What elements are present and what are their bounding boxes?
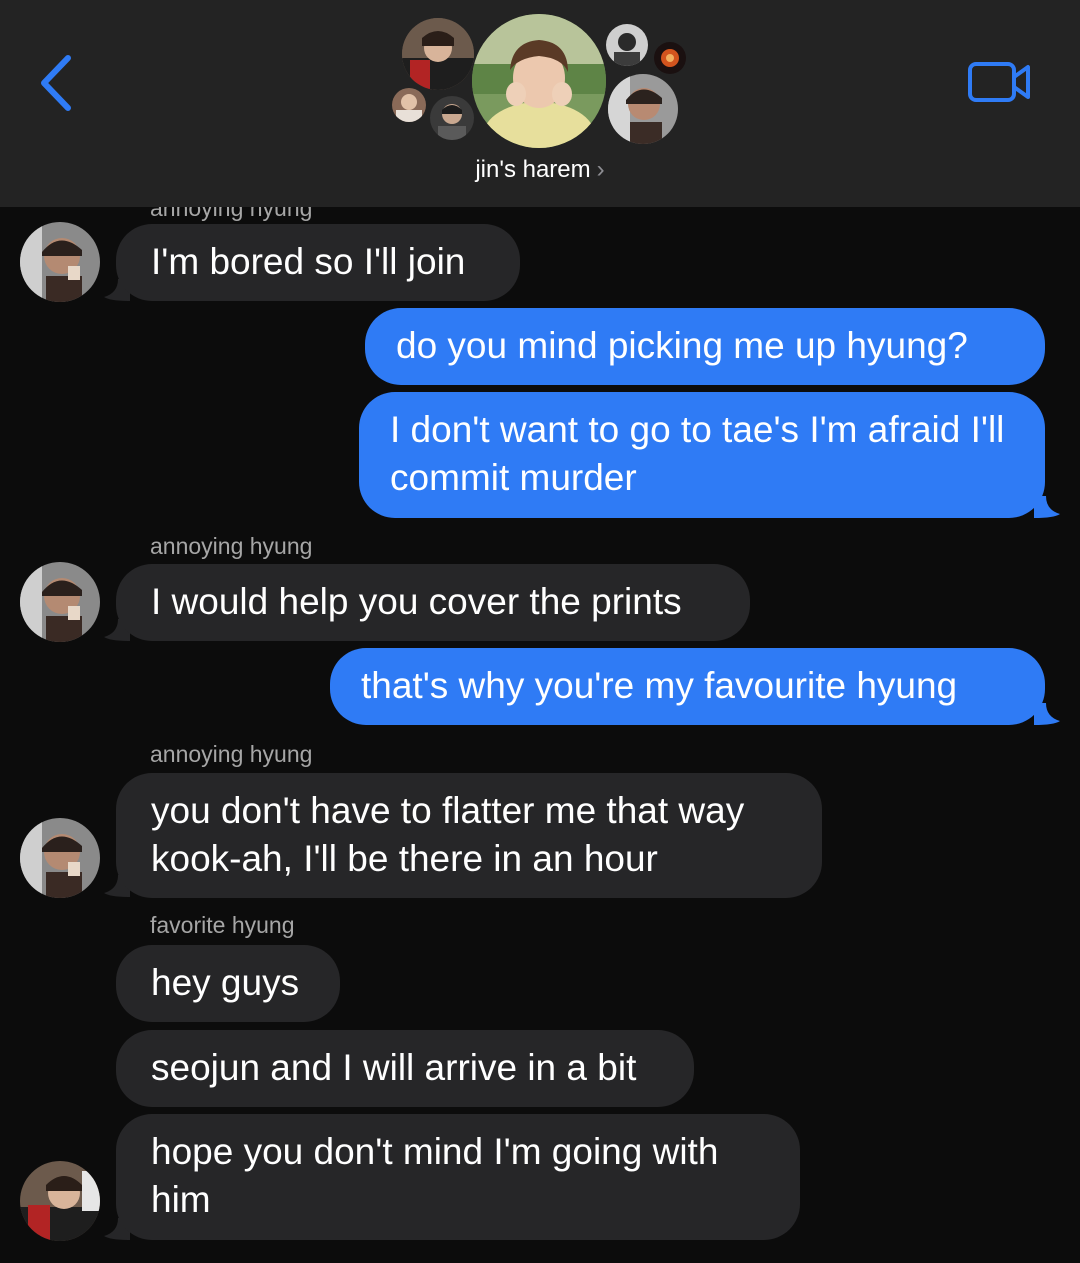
avatar[interactable]: [20, 1161, 100, 1241]
video-camera-icon: [968, 62, 1030, 102]
avatar[interactable]: [20, 562, 100, 642]
incoming-message[interactable]: I would help you cover the prints: [116, 564, 750, 641]
incoming-message[interactable]: I'm bored so I'll join: [116, 224, 520, 301]
avatar[interactable]: [20, 818, 100, 898]
group-member-avatar: [402, 18, 474, 90]
chevron-right-icon: ›: [596, 156, 605, 183]
avatar[interactable]: [20, 222, 100, 302]
group-name-button[interactable]: jin's harem ›: [0, 156, 1080, 184]
bubble-tail: [1034, 496, 1060, 518]
outgoing-message[interactable]: do you mind picking me up hyung?: [365, 308, 1045, 385]
outgoing-message[interactable]: that's why you're my favourite hyung: [330, 648, 1045, 725]
incoming-message[interactable]: hey guys: [116, 945, 340, 1022]
chevron-left-icon: [41, 55, 71, 111]
group-name-label: jin's harem: [475, 156, 591, 183]
bubble-tail: [1034, 703, 1060, 725]
sender-name: favorite hyung: [150, 912, 295, 938]
group-member-avatar: [392, 88, 426, 122]
group-member-avatar: [430, 96, 474, 140]
sender-name: annoying hyung: [150, 741, 313, 767]
group-member-avatar: [654, 42, 686, 74]
back-button[interactable]: [30, 46, 90, 118]
incoming-message[interactable]: seojun and I will arrive in a bit: [116, 1030, 694, 1107]
outgoing-message[interactable]: I don't want to go to tae's I'm afraid I…: [359, 392, 1045, 518]
conversation-header: jin's harem ›: [0, 0, 1080, 207]
incoming-message[interactable]: hope you don't mind I'm going with him: [116, 1114, 800, 1240]
incoming-message[interactable]: you don't have to flatter me that way ko…: [116, 773, 822, 898]
sender-name: annoying hyung: [150, 207, 313, 221]
sender-name: annoying hyung: [150, 533, 313, 559]
group-member-avatar: [606, 24, 648, 66]
video-call-button[interactable]: [962, 56, 1038, 108]
group-main-avatar: [472, 14, 606, 148]
group-member-avatar: [608, 74, 678, 144]
message-thread[interactable]: annoying hyung I'm bored so I'll join do…: [0, 207, 1080, 1263]
